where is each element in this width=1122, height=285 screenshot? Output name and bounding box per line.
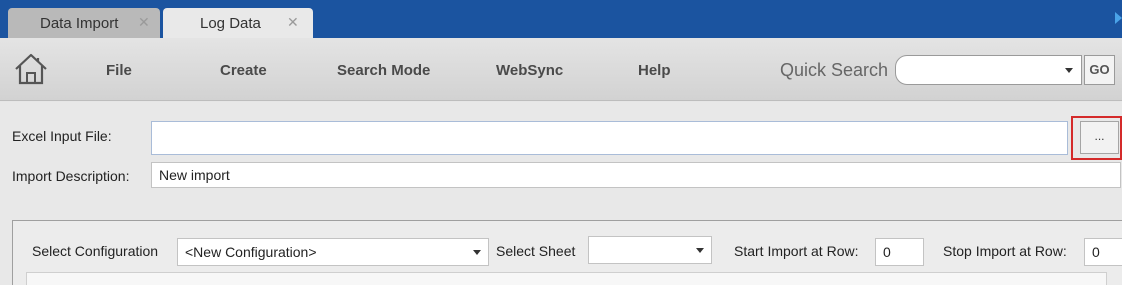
import-description-field[interactable]: New import [151,162,1121,188]
quick-search-label: Quick Search [780,60,889,80]
dropdown-arrow-icon[interactable] [473,250,481,255]
stop-row-label: Stop Import at Row: [943,243,1067,259]
stop-row-input[interactable]: 0 [1084,238,1122,266]
dropdown-arrow-icon[interactable] [696,248,704,253]
tab-bar: Data Import ✕ Log Data ✕ [0,0,1122,38]
browse-button[interactable]: ... [1080,121,1119,154]
menu-help[interactable]: Help [638,62,671,79]
select-configuration-label: Select Configuration [32,243,159,259]
home-icon[interactable] [13,52,49,86]
configuration-panel: Select Configuration <New Configuration>… [12,220,1122,285]
menu-search-mode[interactable]: Search Mode [337,62,430,79]
excel-input-label: Excel Input File: [12,128,112,144]
menu-create[interactable]: Create [220,62,267,79]
select-configuration-value: <New Configuration> [185,244,317,260]
menu-file[interactable]: File [106,62,132,79]
scroll-right-arrow-icon[interactable] [1115,12,1122,24]
select-configuration-combo[interactable]: <New Configuration> [177,238,489,266]
tab-label: Log Data [200,15,261,32]
menu-websync[interactable]: WebSync [496,62,563,79]
start-row-label: Start Import at Row: [734,243,859,259]
select-sheet-label: Select Sheet [496,243,576,259]
tab-log-data[interactable]: Log Data ✕ [163,8,313,38]
excel-input-field[interactable] [151,121,1068,155]
quick-search-combo[interactable] [895,55,1082,85]
go-button[interactable]: GO [1084,55,1115,85]
tab-data-import[interactable]: Data Import ✕ [8,8,160,38]
import-description-label: Import Description: [12,168,130,184]
mapping-grid[interactable] [26,272,1107,285]
dropdown-arrow-icon[interactable] [1065,68,1073,73]
close-icon[interactable]: ✕ [138,14,150,31]
tab-label: Data Import [40,15,119,32]
select-sheet-combo[interactable] [588,236,712,264]
import-form: Excel Input File: ... Import Description… [0,102,1122,285]
menu-toolbar: File Create Search Mode WebSync Help Qui… [0,38,1122,101]
close-icon[interactable]: ✕ [287,14,299,31]
start-row-input[interactable]: 0 [875,238,924,266]
